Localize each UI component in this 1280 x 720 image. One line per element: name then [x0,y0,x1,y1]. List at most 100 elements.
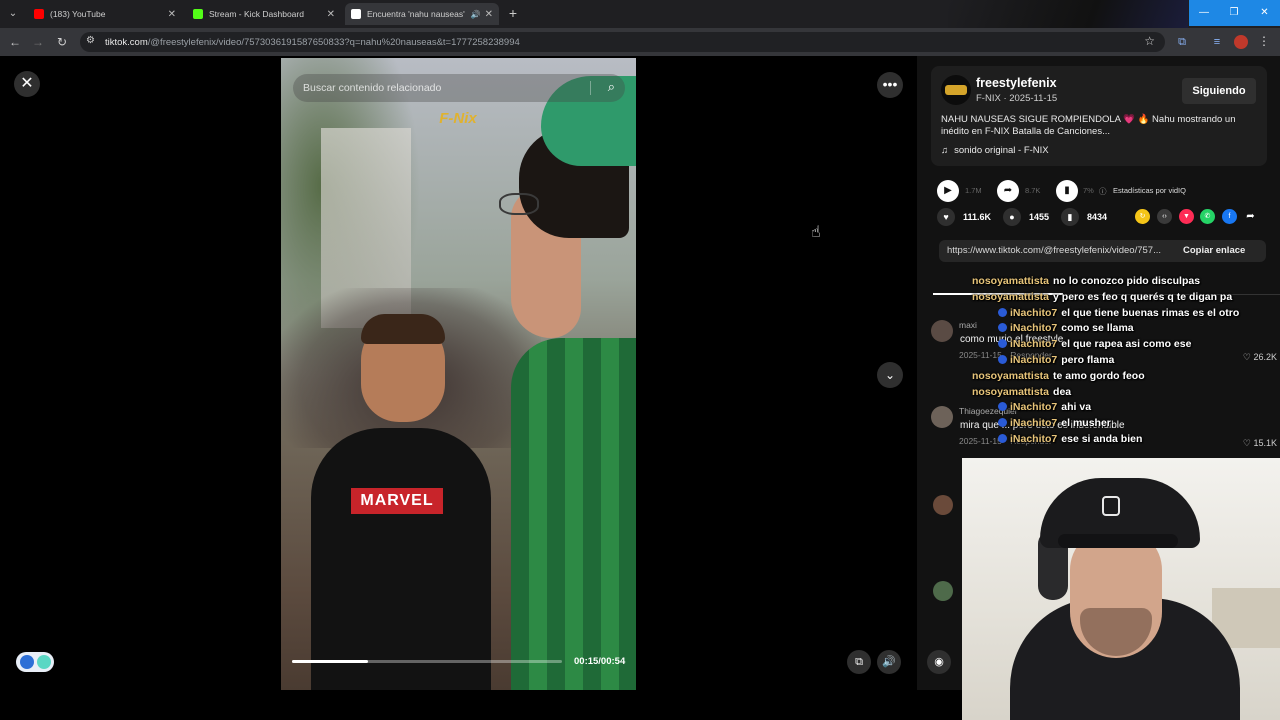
chat-text: el que rapea asi como ese [1061,338,1192,351]
avatar[interactable] [941,75,971,105]
share-link-box[interactable]: https://www.tiktok.com/@freestylefenix/v… [939,240,1266,262]
url-input[interactable]: ⚙ tiktok.com/@freestylefenix/video/75730… [80,32,1165,52]
video-player: ✕ MARVEL F-Nix Buscar contenido relacion… [0,56,917,690]
close-tab-icon[interactable]: ✕ [327,9,335,20]
chat-text: el que tiene buenas rimas es el otro [1061,306,1240,319]
music-note-icon: ♫ [941,145,949,156]
speaker-icon[interactable]: 🔊 [471,10,481,19]
volume-icon[interactable]: 🔊 [877,650,901,674]
avatar[interactable] [933,495,953,515]
likes-count: 111.6K [963,212,992,222]
bar-chart-icon[interactable]: ▮ [1056,180,1078,202]
music-link[interactable]: ♫ sonido original - F-NIX [941,145,1049,156]
tiktok-icon[interactable]: ◉ [927,650,951,674]
avatar[interactable] [931,320,953,342]
comment-icon[interactable]: ● [1003,208,1021,226]
facebook-icon[interactable]: f [1222,209,1237,224]
chat-username[interactable]: iNachito7 [1010,338,1057,350]
avatar[interactable] [1234,35,1248,49]
tab-youtube[interactable]: (183) YouTube ✕ [28,3,182,25]
chat-username[interactable]: iNachito7 [1010,307,1057,319]
chat-username[interactable]: nosoyamattista [972,291,1049,303]
heart-icon[interactable]: ♥ [937,208,955,226]
close-tab-icon[interactable]: ✕ [485,9,493,20]
tab-search-icon[interactable]: ⌄ [4,5,22,23]
vidiq-stats-row: ▶ 1.7M ➦ 8.7K ▮ 7% ⓘ Estadísticas por vi… [937,180,1277,202]
tabstrip-background [948,0,1188,28]
whatsapp-icon[interactable]: ✆ [1200,209,1215,224]
floating-player-icon[interactable]: ⧉ [847,650,871,674]
back-icon[interactable]: ← [7,34,23,50]
chat-message: iNachito7 el que tiene buenas rimas es el… [998,307,1239,323]
new-tab-button[interactable]: + [505,5,521,21]
chat-username[interactable]: nosoyamattista [972,386,1049,398]
chat-username[interactable]: iNachito7 [1010,417,1057,429]
chat-username[interactable]: nosoyamattista [972,370,1049,382]
browser-menu-icon[interactable]: ⋮ [1258,34,1270,48]
subscriber-badge-icon [998,339,1007,349]
chat-username[interactable]: nosoyamattista [972,275,1049,287]
following-button[interactable]: Siguiendo [1182,78,1256,104]
minimize-button[interactable]: — [1189,0,1219,26]
shares-count: 8.7K [1025,186,1041,195]
reload-icon[interactable]: ↻ [54,34,70,50]
tab-title: (183) YouTube [50,9,106,19]
chat-message: iNachito7 ese si anda bien [998,433,1142,449]
related-search-input[interactable]: Buscar contenido relacionado ⌕ [293,74,625,102]
avatar[interactable] [933,581,953,601]
comment-likes[interactable]: ♡ 26.2K [1243,352,1277,363]
more-share-icon[interactable]: ➦ [1243,209,1258,224]
tab-kick[interactable]: Stream - Kick Dashboard ✕ [187,3,341,25]
video-progress-bar[interactable] [292,660,562,663]
subscriber-badge-icon [998,434,1007,443]
forward-icon[interactable]: → [30,34,46,50]
close-tab-icon[interactable]: ✕ [168,9,176,20]
comments-count: 1455 [1029,212,1050,222]
chat-text: como se llama [1061,322,1134,335]
bookmark-icon[interactable]: ▮ [1061,208,1079,226]
plays-count: 1.7M [965,186,982,195]
share-arrow-icon[interactable]: ➦ [997,180,1019,202]
chat-username[interactable]: iNachito7 [1010,433,1057,445]
share-link-text: https://www.tiktok.com/@freestylefenix/v… [947,245,1161,256]
tab-title: Stream - Kick Dashboard [209,9,304,19]
chat-text: pero flama [1061,354,1115,366]
extension-pill[interactable] [16,652,54,672]
video-person-left: MARVEL [311,314,491,690]
next-video-button[interactable]: ⌄ [877,362,903,388]
video-frame[interactable]: MARVEL F-Nix [281,58,636,690]
copy-link-button[interactable]: Copiar enlace [1183,245,1245,256]
embed-icon[interactable]: ‹› [1157,209,1172,224]
avatar[interactable] [931,406,953,428]
more-options-button[interactable]: ••• [877,72,903,98]
info-icon[interactable]: ⓘ [1099,186,1107,197]
send-icon[interactable]: ▼ [1179,209,1194,224]
chat-username[interactable]: iNachito7 [1010,354,1057,366]
repost-icon[interactable]: ↻ [1135,209,1150,224]
chat-text: el musher [1061,417,1111,430]
chat-message: nosoyamattista no lo conozco pido disculp… [972,275,1200,291]
author-name[interactable]: freestylefenix [976,76,1057,90]
restore-button[interactable]: ❐ [1219,0,1249,26]
chat-username[interactable]: iNachito7 [1010,401,1057,413]
close-window-button[interactable]: ✕ [1249,0,1280,26]
search-icon[interactable]: ⌕ [608,79,615,95]
play-icon[interactable]: ▶ [937,180,959,202]
subscriber-badge-icon [998,418,1007,428]
extension-icon[interactable] [37,655,51,669]
extensions-icon[interactable]: ⧉ [1175,35,1189,49]
comment-author[interactable]: maxi [959,320,977,330]
site-settings-icon[interactable]: ⚙ [86,35,95,46]
tab-tiktok[interactable]: Encuentra 'nahu nauseas' e... 🔊 ✕ [345,3,499,25]
chat-username[interactable]: iNachito7 [1010,322,1057,334]
shirt-logo: MARVEL [351,488,443,514]
extension-icon[interactable] [20,655,34,669]
bottom-strip [0,690,962,720]
chat-message: iNachito7 el musher [998,417,1111,433]
close-button[interactable]: ✕ [14,71,40,97]
bookmark-star-icon[interactable]: ☆ [1144,34,1155,48]
tab-title: Encuentra 'nahu nauseas' e... [367,9,467,19]
comment-likes[interactable]: ♡ 15.1K [1243,438,1277,449]
reading-list-icon[interactable]: ≡ [1210,35,1224,49]
kick-favicon-icon [193,9,203,19]
